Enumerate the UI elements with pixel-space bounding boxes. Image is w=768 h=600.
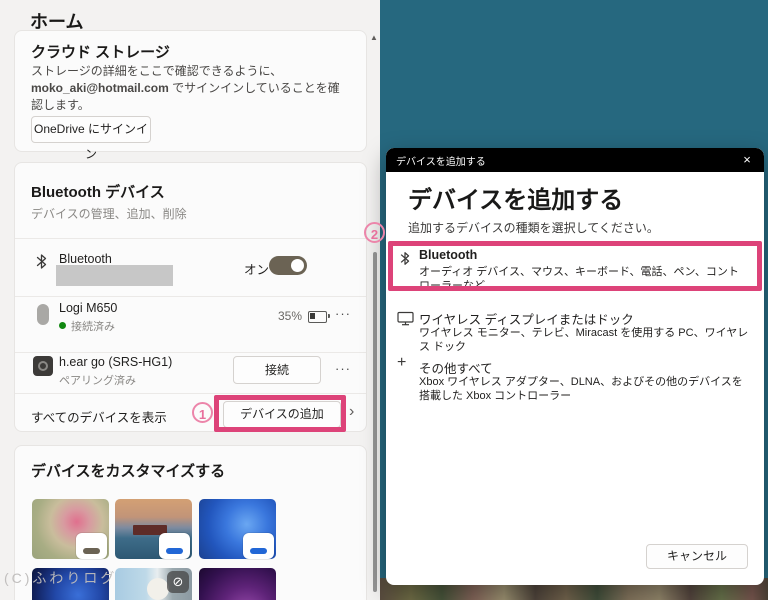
scrollbar-thumb[interactable] [373,252,377,592]
screenshot-root: ホーム ▲ クラウド ストレージ ストレージの詳細をここで確認できるように、mo… [0,0,768,600]
cloud-storage-description-pre: ストレージの詳細をここで確認できるように、 [31,64,283,78]
wallpaper-thumbnail[interactable] [115,499,192,559]
more-options-icon[interactable]: ··· [335,306,351,321]
bluetooth-icon [35,253,48,270]
device-preview-bar [250,548,267,554]
mouse-icon [37,304,49,325]
speaker-icon [33,356,53,376]
device-status-text: 接続済み [71,321,115,333]
step-annotation-circle-2: 2 [364,222,385,243]
device-preview-bar [83,548,100,554]
device-preview-icon [243,533,274,559]
customize-card-title: デバイスをカスタマイズする [31,463,226,480]
divider [15,393,366,394]
blocked-icon: ⊘ [167,571,189,593]
wallpaper-thumbnail[interactable] [32,499,109,559]
battery-percent: 35% [278,309,303,323]
chevron-right-icon: › [349,403,355,420]
dialog-titlebar-text: デバイスを追加する [396,157,486,168]
toggle-state-label: オン [244,263,270,277]
scrollbar-up-icon[interactable]: ▲ [370,33,378,42]
option-description: ワイヤレス モニター、テレビ、Miracast を使用する PC、ワイヤレス ド… [419,327,749,353]
device-preview-icon [76,533,107,559]
more-options-icon[interactable]: ··· [335,361,351,376]
wallpaper-thumbnail[interactable] [199,499,276,559]
dialog-titlebar: デバイスを追加する × [386,148,764,172]
bluetooth-toggle-label: Bluetooth [59,252,112,266]
dialog-subheading: 追加するデバイスの種類を選択してください。 [408,221,659,235]
step-annotation-box-2 [388,241,762,291]
add-device-dialog: デバイスを追加する × デバイスを追加する 追加するデバイスの種類を選択してくだ… [386,148,764,585]
divider [15,352,366,353]
onedrive-signin-button[interactable]: OneDrive にサインイン [31,116,151,161]
close-icon[interactable]: × [738,151,756,169]
watermark: (C)ふわりログ [4,570,118,586]
battery-fill [310,313,315,319]
connected-dot-icon [59,322,66,329]
monitor-icon [397,311,414,326]
dialog-heading: デバイスを追加する [408,187,624,214]
bluetooth-toggle[interactable] [269,256,307,275]
wallpaper-thumbnail[interactable] [199,568,276,600]
device-preview-bar [166,548,183,554]
plus-icon: + [397,354,407,371]
thumbnail-flower [147,578,169,600]
cancel-button[interactable]: キャンセル [646,544,748,569]
toggle-knob [291,259,304,272]
step-annotation-circle-1: 1 [192,402,213,423]
battery-icon [308,311,330,323]
cloud-storage-title: クラウド ストレージ [31,44,170,61]
connect-button[interactable]: 接続 [233,356,321,384]
divider [15,296,366,297]
device-name: h.ear go (SRS-HG1) [59,355,173,369]
speaker-cone [38,361,48,371]
option-description: Xbox ワイヤレス アダプター、DLNA、およびその他のデバイスを搭載した X… [419,376,743,402]
account-email: moko_aki@hotmail.com [31,81,169,95]
device-status: 接続済み [59,318,115,334]
device-status-text: ペアリング済み [59,375,136,387]
device-name: Logi M650 [59,301,118,315]
bluetooth-devices-card: Bluetooth デバイス デバイスの管理、追加、削除 Bluetooth オ… [14,162,367,432]
step-annotation-box-1 [214,395,346,432]
bluetooth-card-title: Bluetooth デバイス [31,184,165,201]
redacted-device-name [56,265,173,286]
bluetooth-card-subtitle: デバイスの管理、追加、削除 [31,207,187,221]
cloud-storage-card: クラウド ストレージ ストレージの詳細をここで確認できるように、 moko_aki… [14,30,367,161]
divider [15,238,366,239]
wallpaper-thumbnail[interactable]: ⊘ [115,568,192,600]
device-preview-icon [159,533,190,559]
thumbnail-image [199,568,276,600]
cloud-storage-description: ストレージの詳細をここで確認できるように、 moko_aki@hotmail.co… [31,63,349,114]
show-all-devices-label: すべてのデバイスを表示 [31,411,167,425]
